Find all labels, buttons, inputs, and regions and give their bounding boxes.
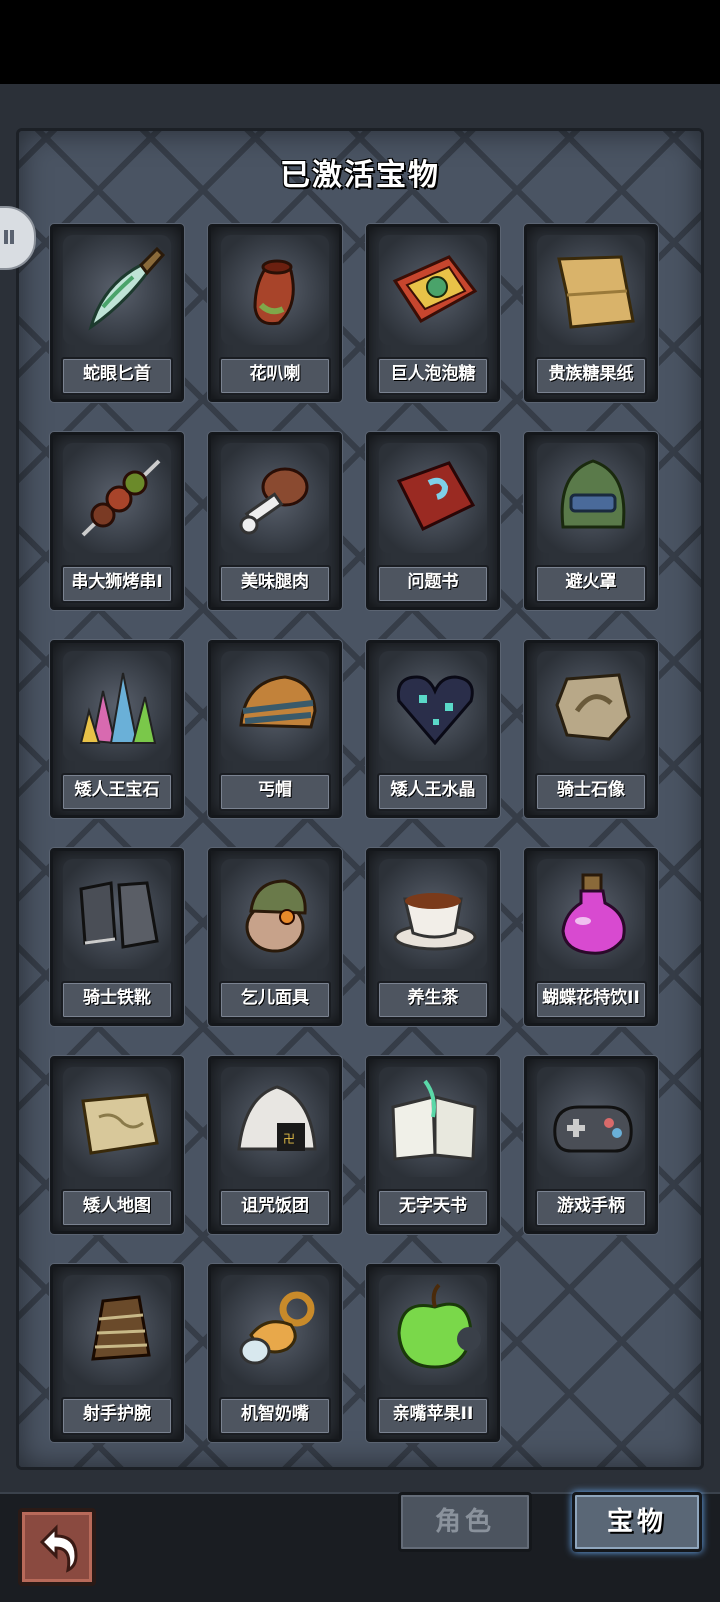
treasure-name: 乞儿面具 bbox=[219, 981, 331, 1019]
treasure-slot[interactable]: 骑士铁靴 bbox=[50, 848, 184, 1026]
treasure-art bbox=[221, 235, 329, 345]
treasure-art bbox=[63, 651, 171, 761]
treasure-name: 花叭喇 bbox=[219, 357, 331, 395]
treasure-art bbox=[221, 443, 329, 553]
tea-cup-icon bbox=[393, 893, 477, 951]
treasure-art bbox=[537, 651, 645, 761]
gem-cluster-icon bbox=[79, 672, 157, 745]
treasure-name: 亲嘴苹果II bbox=[377, 1397, 489, 1435]
treasure-slot[interactable]: 养生茶 bbox=[366, 848, 500, 1026]
treasure-name: 骑士铁靴 bbox=[61, 981, 173, 1019]
treasure-slot[interactable]: 乞儿面具 bbox=[208, 848, 342, 1026]
treasure-name: 美味腿肉 bbox=[219, 565, 331, 603]
treasure-slot[interactable]: 避火罩 bbox=[524, 432, 658, 610]
kebab-skewer-icon bbox=[81, 459, 161, 537]
crystal-heart-icon bbox=[396, 675, 474, 746]
treasure-slot[interactable]: 花叭喇 bbox=[208, 224, 342, 402]
treasure-slot[interactable]: 美味腿肉 bbox=[208, 432, 342, 610]
treasure-art: 卍 bbox=[221, 1067, 329, 1177]
dagger-icon bbox=[88, 246, 166, 331]
treasure-slot[interactable]: 卍诅咒饭团 bbox=[208, 1056, 342, 1234]
tab-treasure[interactable]: 宝物 bbox=[572, 1492, 702, 1552]
treasure-slot[interactable]: 机智奶嘴 bbox=[208, 1264, 342, 1442]
pitcher-plant-icon bbox=[253, 259, 295, 326]
treasure-name: 贵族糖果纸 bbox=[535, 357, 647, 395]
fire-helmet-icon bbox=[560, 459, 626, 529]
treasure-name: 丐帽 bbox=[219, 773, 331, 811]
treasure-name: 蛇眼匕首 bbox=[61, 357, 173, 395]
treasure-name: 诅咒饭团 bbox=[219, 1189, 331, 1227]
treasure-slot[interactable]: 亲嘴苹果II bbox=[366, 1264, 500, 1442]
treasure-art bbox=[63, 443, 171, 553]
beggar-mask-icon bbox=[245, 879, 307, 953]
treasure-name: 矮人王水晶 bbox=[377, 773, 489, 811]
meat-leg-icon bbox=[239, 467, 309, 535]
treasure-name: 射手护腕 bbox=[61, 1397, 173, 1435]
treasure-art bbox=[63, 235, 171, 345]
svg-text:卍: 卍 bbox=[283, 1132, 295, 1146]
treasure-slot[interactable]: 骑士石像 bbox=[524, 640, 658, 818]
panel-title: 已激活宝物 bbox=[280, 158, 440, 193]
treasure-name: 巨人泡泡糖 bbox=[377, 357, 489, 395]
back-button[interactable] bbox=[18, 1508, 96, 1586]
treasure-slot[interactable]: 矮人地图 bbox=[50, 1056, 184, 1234]
treasure-art bbox=[379, 1067, 487, 1177]
treasure-slot[interactable]: 射手护腕 bbox=[50, 1264, 184, 1442]
treasure-art bbox=[221, 1275, 329, 1385]
treasure-name: 机智奶嘴 bbox=[219, 1397, 331, 1435]
treasure-slot[interactable]: 巨人泡泡糖 bbox=[366, 224, 500, 402]
treasure-art bbox=[537, 859, 645, 969]
treasure-name: 游戏手柄 bbox=[535, 1189, 647, 1227]
treasure-name: 蝴蝶花特饮II bbox=[535, 981, 647, 1019]
iron-boots-icon bbox=[79, 881, 159, 949]
treasure-art bbox=[379, 651, 487, 761]
treasure-art bbox=[221, 859, 329, 969]
tab-role[interactable]: 角色 bbox=[398, 1492, 532, 1552]
treasure-slot[interactable]: 贵族糖果纸 bbox=[524, 224, 658, 402]
treasure-art bbox=[537, 235, 645, 345]
treasure-slot[interactable]: 丐帽 bbox=[208, 640, 342, 818]
treasure-slot[interactable]: 矮人王水晶 bbox=[366, 640, 500, 818]
question-book-icon bbox=[396, 461, 476, 531]
treasure-art bbox=[537, 1067, 645, 1177]
pacifier-icon bbox=[239, 1291, 315, 1365]
treasure-name: 串大狮烤串I bbox=[61, 565, 173, 603]
treasure-art bbox=[63, 1275, 171, 1385]
blank-book-icon bbox=[391, 1079, 477, 1161]
bitten-apple-icon bbox=[397, 1283, 481, 1369]
treasure-art bbox=[379, 235, 487, 345]
treasure-name: 避火罩 bbox=[535, 565, 647, 603]
treasure-slot[interactable]: 游戏手柄 bbox=[524, 1056, 658, 1234]
treasure-name: 问题书 bbox=[377, 565, 489, 603]
treasure-slot[interactable]: 无字天书 bbox=[366, 1056, 500, 1234]
treasure-name: 矮人地图 bbox=[61, 1189, 173, 1227]
map-scroll-icon bbox=[81, 1093, 159, 1155]
candy-wrapper-icon bbox=[557, 255, 635, 329]
bubblegum-box-icon bbox=[392, 255, 478, 323]
beanie-hat-icon bbox=[239, 675, 317, 729]
treasure-name: 养生茶 bbox=[377, 981, 489, 1019]
rice-ball-icon: 卍 bbox=[237, 1085, 317, 1151]
treasure-name: 矮人王宝石 bbox=[61, 773, 173, 811]
gamepad-icon bbox=[553, 1105, 633, 1153]
treasure-art bbox=[537, 443, 645, 553]
stone-plaque-icon bbox=[555, 673, 631, 741]
treasure-art bbox=[379, 1275, 487, 1385]
treasure-slot[interactable]: 蝴蝶花特饮II bbox=[524, 848, 658, 1026]
treasure-art bbox=[221, 651, 329, 761]
treasure-art bbox=[63, 859, 171, 969]
treasure-name: 骑士石像 bbox=[535, 773, 647, 811]
treasure-art bbox=[379, 443, 487, 553]
treasure-name: 无字天书 bbox=[377, 1189, 489, 1227]
treasure-slot[interactable]: 问题书 bbox=[366, 432, 500, 610]
treasure-art bbox=[379, 859, 487, 969]
treasure-slot[interactable]: 蛇眼匕首 bbox=[50, 224, 184, 402]
treasure-art bbox=[63, 1067, 171, 1177]
return-arrow-icon bbox=[39, 1524, 78, 1573]
treasure-slot[interactable]: 矮人王宝石 bbox=[50, 640, 184, 818]
treasure-slot[interactable]: 串大狮烤串I bbox=[50, 432, 184, 610]
bracer-icon bbox=[91, 1295, 151, 1361]
potion-bottle-icon bbox=[561, 873, 626, 955]
